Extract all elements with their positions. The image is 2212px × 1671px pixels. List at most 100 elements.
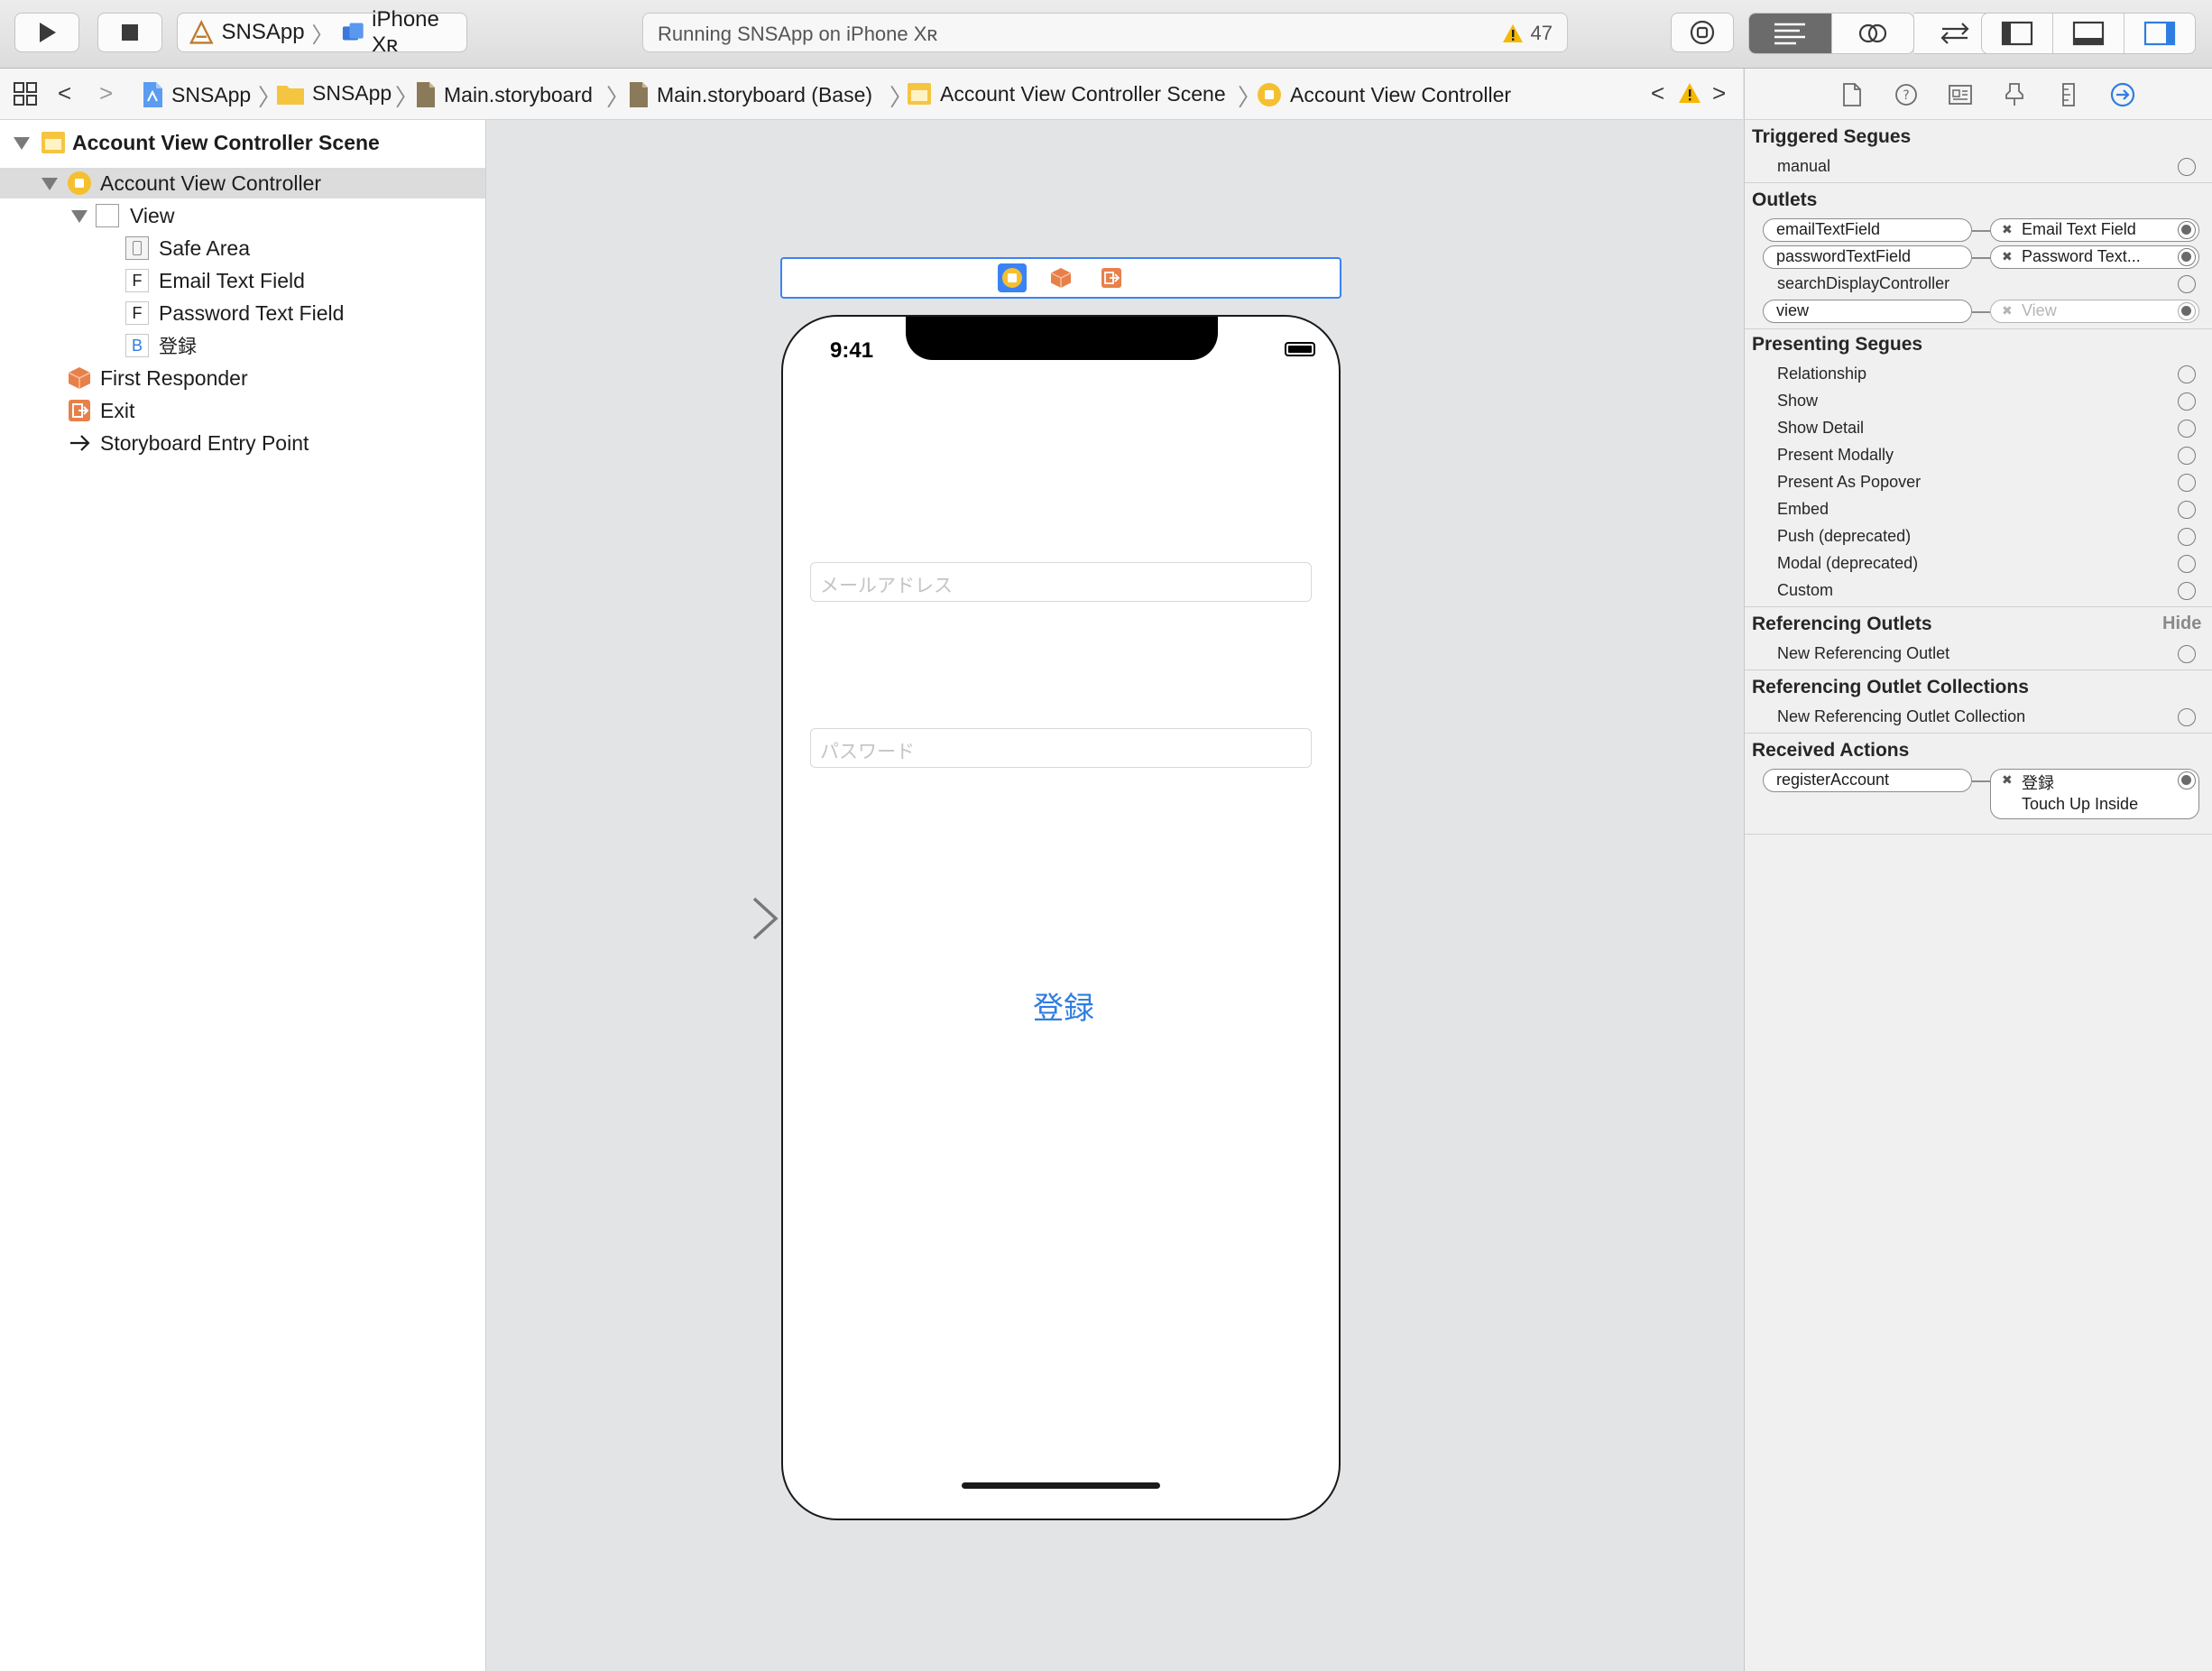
connection-circle[interactable] [2178, 582, 2196, 600]
connection-circle[interactable] [2178, 474, 2196, 492]
outline-scene-row[interactable]: Account View Controller Scene [0, 127, 485, 158]
document-outline: Account View Controller Scene Account Vi… [0, 120, 486, 1671]
help-inspector-tab[interactable]: ? [1893, 81, 1920, 108]
attributes-inspector-tab[interactable] [2001, 81, 2028, 108]
disconnect-x-icon[interactable]: ✖ [2002, 219, 2013, 240]
run-button[interactable] [14, 13, 79, 52]
connection-circle-filled[interactable] [2178, 221, 2196, 239]
back-arrow-icon[interactable]: < [58, 79, 71, 107]
iphone-frame[interactable]: 9:41 メールアドレス パスワード 登録 [781, 315, 1341, 1520]
outline-password-field-row[interactable]: F Password Text Field [0, 298, 485, 328]
connection-circle[interactable] [2178, 447, 2196, 465]
outline-button-row[interactable]: B 登録 [0, 330, 485, 361]
triggered-segue-manual: manual [1777, 157, 1831, 175]
connection-circle[interactable] [2178, 275, 2196, 293]
outline-first-responder-row[interactable]: First Responder [0, 363, 485, 393]
disconnect-x-icon[interactable]: ✖ [2002, 772, 2013, 788]
inspector-tab-bar: ? [1745, 69, 2212, 120]
issue-warning-icon[interactable] [1678, 81, 1701, 105]
breadcrumb-storyboard-base[interactable]: Main.storyboard (Base) [628, 81, 872, 108]
action-target-box[interactable]: ✖ 登録 Touch Up Inside [1990, 769, 2199, 819]
storyboard-file-icon [630, 82, 648, 107]
connection-circle[interactable] [2178, 158, 2196, 176]
outlet-email-pill[interactable]: emailTextField [1763, 218, 1972, 242]
connection-circle[interactable] [2178, 645, 2196, 663]
breadcrumb-storyboard[interactable]: Main.storyboard [415, 81, 593, 108]
segue-show: Show [1777, 392, 1819, 410]
email-text-field[interactable]: メールアドレス [810, 562, 1312, 602]
standard-editor-button[interactable] [1749, 14, 1832, 53]
disclosure-triangle-icon[interactable] [14, 137, 30, 150]
outline-view-row[interactable]: View [0, 200, 485, 231]
connection-circle[interactable] [2178, 708, 2196, 726]
toggle-navigator-button[interactable] [1982, 14, 2053, 53]
toggle-debug-area-button[interactable] [2053, 14, 2124, 53]
triggered-segues-title: Triggered Segues [1752, 126, 1912, 147]
outlet-email-target[interactable]: ✖ Email Text Field [1990, 218, 2199, 242]
app-target-icon [189, 19, 214, 44]
connections-inspector-tab[interactable] [2109, 81, 2136, 108]
identity-card-icon [1949, 85, 1972, 105]
connection-circle-filled[interactable] [2178, 302, 2196, 320]
breadcrumb-view-controller[interactable]: Account View Controller [1256, 81, 1511, 108]
breadcrumb-scene[interactable]: Account View Controller Scene [906, 81, 1226, 106]
action-target-label: 登録 [2022, 774, 2054, 793]
breadcrumb-folder[interactable]: SNSApp [276, 81, 392, 106]
presenting-segues-title: Presenting Segues [1752, 334, 1923, 355]
outlet-target-label: Email Text Field [2022, 220, 2136, 238]
outline-button-label: 登録 [159, 336, 197, 357]
section-divider [1745, 606, 2212, 607]
disclosure-triangle-icon[interactable] [41, 178, 58, 190]
outlet-password-pill[interactable]: passwordTextField [1763, 245, 1972, 269]
password-placeholder: パスワード [820, 741, 915, 762]
breadcrumb-label: Account View Controller [1290, 82, 1512, 106]
outlet-view-pill[interactable]: view [1763, 300, 1972, 323]
register-button[interactable]: 登録 [996, 983, 1131, 1028]
outlet-password-target[interactable]: ✖ Password Text... [1990, 245, 2199, 269]
related-items-icon[interactable] [13, 81, 38, 106]
outline-entry-point-row[interactable]: Storyboard Entry Point [0, 428, 485, 458]
connection-circle[interactable] [2178, 528, 2196, 546]
connection-circle[interactable] [2178, 365, 2196, 383]
previous-issue-icon[interactable]: < [1651, 79, 1664, 107]
file-inspector-tab[interactable] [1839, 81, 1866, 108]
outline-email-field-row[interactable]: F Email Text Field [0, 265, 485, 296]
first-responder-dock-icon[interactable] [1049, 266, 1073, 290]
disclosure-triangle-icon[interactable] [71, 210, 88, 223]
exit-dock-icon[interactable] [1100, 266, 1123, 290]
svg-text:?: ? [1903, 88, 1909, 103]
next-issue-icon[interactable]: > [1712, 79, 1726, 107]
scene-dock[interactable] [780, 257, 1341, 299]
disconnect-x-icon[interactable]: ✖ [2002, 300, 2013, 321]
identity-inspector-tab[interactable] [1947, 81, 1974, 108]
connection-circle[interactable] [2178, 555, 2196, 573]
breadcrumb-project[interactable]: SNSApp [141, 81, 251, 108]
warning-indicator[interactable]: 47 [1502, 22, 1553, 45]
outlet-view-target[interactable]: ✖ View [1990, 300, 2199, 323]
inspector-panel-icon [2143, 21, 2176, 46]
size-inspector-tab[interactable] [2055, 81, 2082, 108]
connection-circle-filled[interactable] [2178, 248, 2196, 266]
scheme-selector[interactable]: SNSApp 〉 iPhone Xʀ [177, 7, 467, 57]
disconnect-x-icon[interactable]: ✖ [2002, 246, 2013, 267]
password-text-field[interactable]: パスワード [810, 728, 1312, 768]
connection-circle[interactable] [2178, 392, 2196, 411]
connection-circle[interactable] [2178, 501, 2196, 519]
library-button[interactable] [1671, 13, 1734, 52]
storyboard-entry-arrow[interactable] [644, 893, 779, 944]
action-register-pill[interactable]: registerAccount [1763, 769, 1972, 792]
device-notch [906, 317, 1218, 360]
stop-button[interactable] [97, 13, 162, 52]
assistant-editor-button[interactable] [1832, 14, 1914, 53]
view-controller-dock-icon[interactable] [997, 263, 1028, 293]
jump-bar: < > SNSApp 〉 SNSApp 〉 Main.storyboard 〉 … [0, 69, 1743, 120]
outline-exit-row[interactable]: Exit [0, 395, 485, 426]
outline-controller-row[interactable]: Account View Controller [0, 168, 485, 198]
hide-link[interactable]: Hide [2162, 614, 2201, 634]
connection-circle-filled[interactable] [2178, 771, 2196, 789]
outline-safe-area-row[interactable]: Safe Area [0, 233, 485, 263]
warning-icon [1502, 24, 1523, 42]
connection-circle[interactable] [2178, 420, 2196, 438]
toggle-inspector-button[interactable] [2124, 14, 2195, 53]
forward-arrow-icon[interactable]: > [99, 79, 113, 107]
